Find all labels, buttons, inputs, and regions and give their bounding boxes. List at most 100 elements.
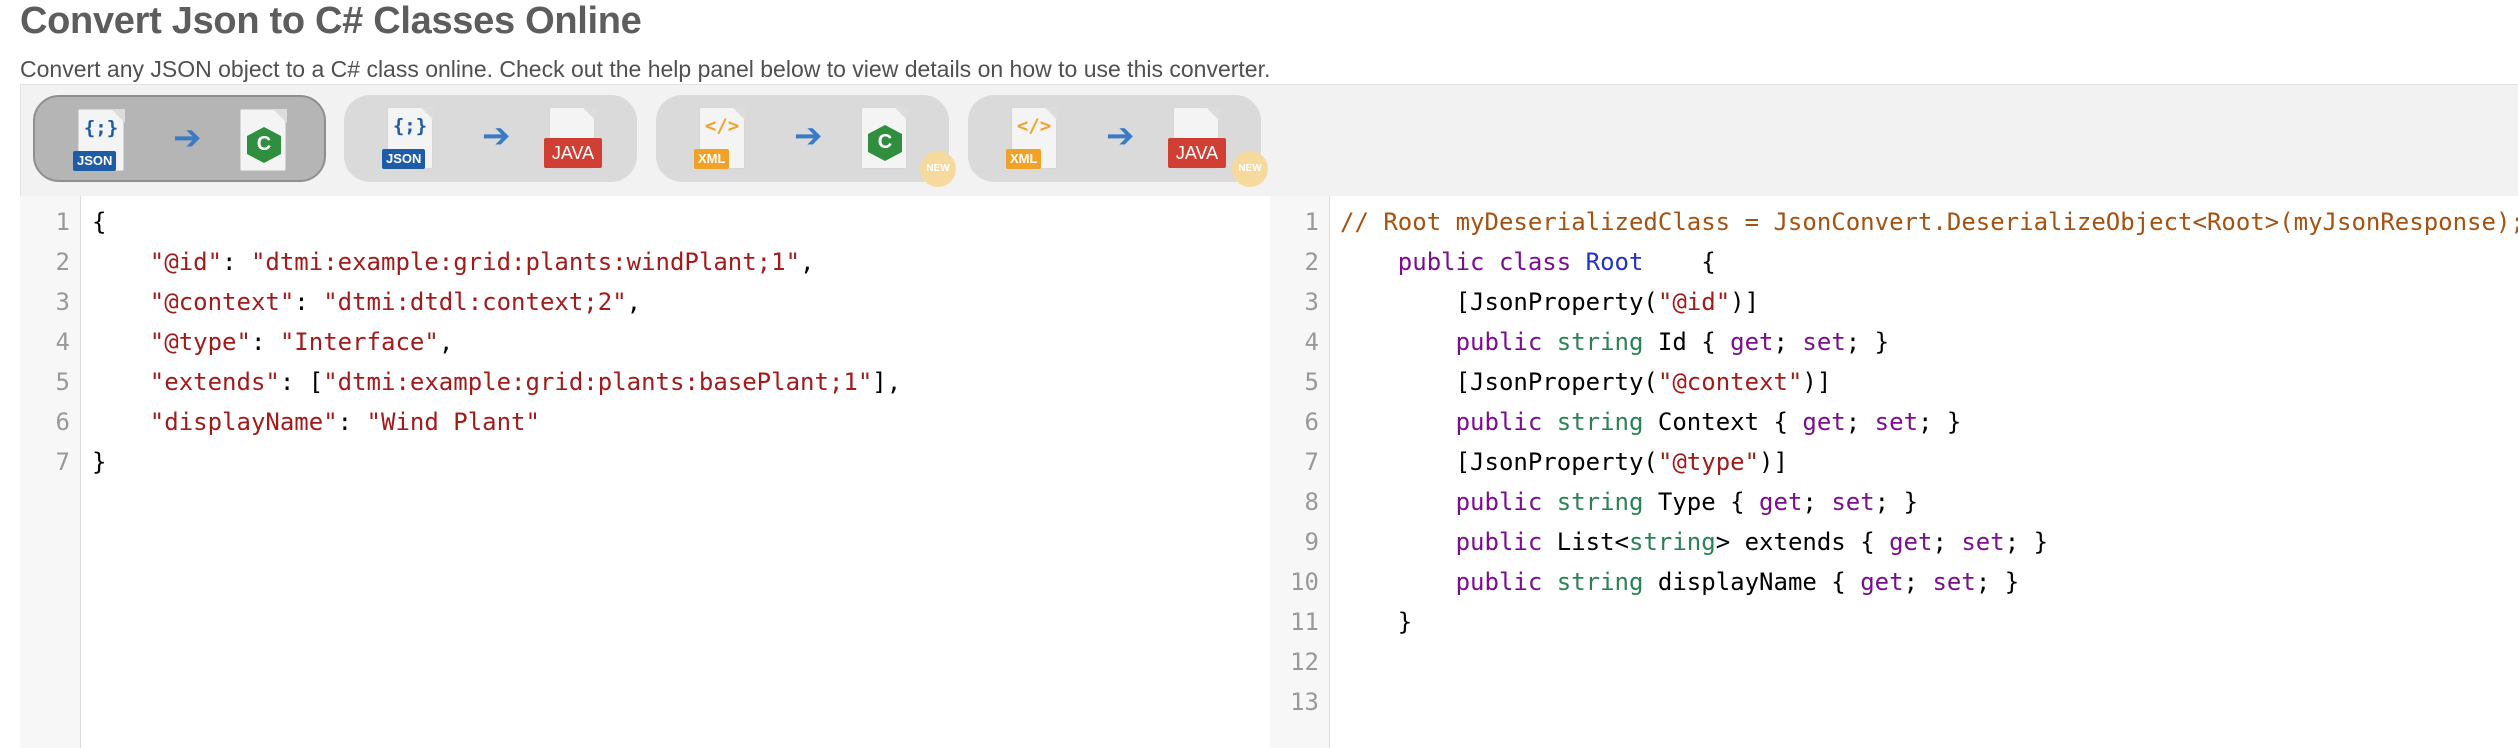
line-number-gutter: 1 2 3 4 5 6 7	[20, 196, 81, 748]
code-token: public class	[1340, 248, 1586, 276]
line-number: 5	[1304, 368, 1319, 396]
xml-file-icon: </> XML	[1006, 107, 1064, 173]
code-token: ,	[800, 248, 815, 276]
code-line: [JsonProperty("@context")]	[1340, 362, 1832, 402]
code-token: "Wind Plant"	[366, 408, 540, 436]
code-token: List<	[1556, 528, 1629, 556]
code-token: ; }	[1845, 328, 1890, 356]
code-token: set	[1802, 328, 1846, 356]
code-token: {	[1643, 248, 1716, 276]
code-line: "@context": "dtmi:dtdl:context;2",	[92, 282, 641, 322]
code-line: {	[92, 202, 106, 242]
code-token: "Interface"	[279, 328, 439, 356]
code-token: public	[1340, 488, 1557, 516]
code-token: displayName {	[1643, 568, 1861, 596]
code-line: [JsonProperty("@id")]	[1340, 282, 1759, 322]
line-number: 5	[55, 368, 70, 396]
code-token: set	[1831, 488, 1875, 516]
line-number: 7	[55, 448, 70, 476]
line-number: 8	[1304, 488, 1319, 516]
code-token: [JsonProperty(	[1340, 368, 1658, 396]
code-line: public string Context { get; set; }	[1340, 402, 1962, 442]
arrow-right-icon: ➔	[482, 117, 511, 155]
code-token: "@id"	[92, 248, 223, 276]
code-token: ;	[1802, 488, 1832, 516]
code-token: "@context"	[1657, 368, 1803, 396]
code-token: // Root myDeserializedClass = JsonConver…	[1340, 208, 2518, 236]
code-token: }	[1340, 608, 1413, 636]
code-token: ;	[1903, 568, 1933, 596]
line-number: 1	[55, 208, 70, 236]
code-token: get	[1730, 328, 1774, 356]
new-badge: NEW	[920, 151, 956, 187]
code-token: public	[1340, 328, 1557, 356]
page-subtitle: Convert any JSON object to a C# class on…	[20, 56, 1271, 82]
code-token: Id {	[1643, 328, 1731, 356]
line-number: 4	[1304, 328, 1319, 356]
line-number: 6	[1304, 408, 1319, 436]
json-to-csharp-button[interactable]: {;} JSON ➔ C	[33, 95, 326, 182]
code-token: ;	[1932, 528, 1962, 556]
code-line: public class Root {	[1340, 242, 1716, 282]
converter-toolbar: {;} JSON ➔ C {;} JSON ➔ JAVA </> XML ➔ C	[20, 84, 2518, 196]
code-token: string	[1629, 528, 1716, 556]
code-line: [JsonProperty("@type")]	[1340, 442, 1788, 482]
code-line: public string Id { get; set; }	[1340, 322, 1890, 362]
code-token: : [	[279, 368, 324, 396]
code-token: "@type"	[1657, 448, 1760, 476]
code-token: ; }	[2004, 528, 2049, 556]
json-input-editor[interactable]: 1 2 3 4 5 6 7 { "@id": "dtmi:example:grid:plan…	[20, 196, 1270, 748]
code-token: "extends"	[92, 368, 280, 396]
code-line: "@type": "Interface",	[92, 322, 453, 362]
code-token: Context {	[1643, 408, 1803, 436]
code-token: "@id"	[1657, 288, 1731, 316]
line-number: 2	[55, 248, 70, 276]
line-number: 7	[1304, 448, 1319, 476]
code-token: get	[1860, 568, 1904, 596]
java-file-icon: JAVA	[1168, 107, 1226, 173]
json-to-java-button[interactable]: {;} JSON ➔ JAVA	[344, 95, 637, 182]
new-badge: NEW	[1232, 151, 1268, 187]
xml-to-csharp-button[interactable]: </> XML ➔ C NEW	[656, 95, 956, 187]
code-token: ;	[1845, 408, 1875, 436]
code-token: {	[92, 208, 107, 236]
json-file-icon: {;} JSON	[382, 107, 440, 173]
code-token: "dtmi:example:grid:plants:windPlant;1"	[250, 248, 801, 276]
code-line: public List<string> extends { get; set; …	[1340, 522, 2048, 562]
xml-to-java-button[interactable]: </> XML ➔ JAVA NEW	[968, 95, 1268, 187]
code-token: :	[294, 288, 324, 316]
line-number: 9	[1304, 528, 1319, 556]
code-token: [JsonProperty(	[1340, 448, 1658, 476]
code-token: "dtmi:example:grid:plants:basePlant;1"	[323, 368, 873, 396]
arrow-right-icon: ➔	[1106, 117, 1135, 155]
code-token: }	[92, 448, 107, 476]
code-token: string	[1556, 568, 1644, 596]
code-token: set	[1874, 408, 1919, 436]
code-line: "displayName": "Wind Plant"	[92, 402, 540, 442]
line-number: 6	[55, 408, 70, 436]
csharp-file-icon: C	[235, 109, 293, 175]
code-token: [JsonProperty(	[1340, 288, 1658, 316]
csharp-output-editor[interactable]: 1 2 3 4 5 6 7 8 9 10 11 12 13 // Root myDeserialized…	[1270, 196, 2518, 748]
xml-file-icon: </> XML	[694, 107, 752, 173]
code-token: string	[1556, 328, 1644, 356]
code-line: public string Type { get; set; }	[1340, 482, 1918, 522]
code-line: "@id": "dtmi:example:grid:plants:windPla…	[92, 242, 815, 282]
line-number: 1	[1304, 208, 1319, 236]
code-token: "displayName"	[92, 408, 338, 436]
code-token: ,	[626, 288, 642, 316]
page-title: Convert Json to C# Classes Online	[20, 0, 642, 42]
code-token: )]	[1802, 368, 1832, 396]
code-token: ],	[872, 368, 902, 396]
arrow-right-icon: ➔	[173, 119, 202, 157]
line-number: 3	[1304, 288, 1319, 316]
line-number: 10	[1290, 568, 1319, 596]
code-token: ,	[438, 328, 454, 356]
line-number: 12	[1290, 648, 1319, 676]
line-number-gutter: 1 2 3 4 5 6 7 8 9 10 11 12 13	[1270, 196, 1330, 748]
code-token: "@type"	[92, 328, 251, 356]
code-token: set	[1961, 528, 2005, 556]
code-token: ; }	[1874, 488, 1919, 516]
code-line: "extends": ["dtmi:example:grid:plants:ba…	[92, 362, 901, 402]
code-token: public	[1340, 568, 1557, 596]
